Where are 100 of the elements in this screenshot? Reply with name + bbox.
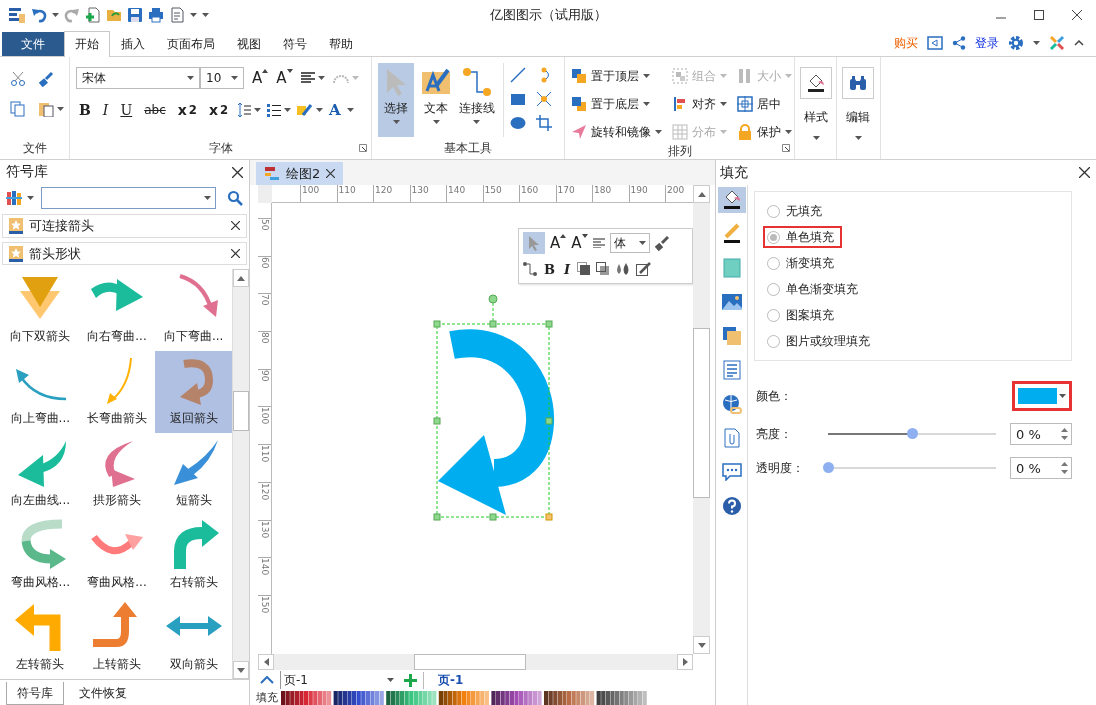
- comment-icon[interactable]: [721, 463, 742, 481]
- caret-icon[interactable]: [254, 108, 262, 112]
- underline-button[interactable]: U: [117, 99, 136, 121]
- shape-item[interactable]: 向右弯曲...: [78, 269, 156, 352]
- slider-thumb[interactable]: [823, 462, 834, 473]
- crop-icon[interactable]: [536, 115, 552, 131]
- close-icon[interactable]: [231, 221, 240, 231]
- ellipse-icon[interactable]: [510, 115, 526, 131]
- caret-icon[interactable]: [52, 13, 59, 17]
- shape-item[interactable]: 返回箭头: [155, 351, 232, 434]
- share-screen-icon[interactable]: [927, 35, 943, 51]
- shape-item[interactable]: 左转箭头: [2, 597, 79, 680]
- dialog-launcher-icon[interactable]: [782, 144, 790, 152]
- format-painter-icon[interactable]: [654, 235, 669, 251]
- percent-field[interactable]: 0 %: [1010, 423, 1072, 445]
- shape-item[interactable]: 右转箭头: [155, 515, 232, 598]
- percent-field[interactable]: 0 %: [1010, 457, 1072, 479]
- scroll-right-button[interactable]: [677, 654, 693, 670]
- close-icon[interactable]: [326, 169, 336, 178]
- radio-button[interactable]: [767, 204, 780, 218]
- color-palette[interactable]: [281, 690, 650, 705]
- app-logo-icon[interactable]: [8, 6, 26, 24]
- horizontal-scrollbar[interactable]: [258, 654, 693, 670]
- chevron-up-icon[interactable]: [260, 676, 274, 684]
- edit-button[interactable]: 编辑: [837, 63, 879, 140]
- arrange-button[interactable]: 对齐: [672, 93, 727, 115]
- connector-button[interactable]: 连接线: [458, 63, 495, 137]
- settings-icon[interactable]: [1008, 35, 1024, 51]
- fill-option[interactable]: 图案填充: [763, 304, 842, 326]
- paint-bucket-icon[interactable]: [721, 189, 742, 211]
- panel-tab[interactable]: 符号库: [6, 682, 64, 705]
- align-left-icon[interactable]: [592, 238, 605, 248]
- scroll-left-button[interactable]: [258, 654, 274, 670]
- help-icon[interactable]: [721, 496, 742, 516]
- close-icon[interactable]: [231, 249, 240, 259]
- app-mark-icon[interactable]: [1049, 35, 1065, 51]
- arrange-button[interactable]: 置于顶层: [571, 65, 662, 87]
- ribbon-tab[interactable]: 开始: [64, 31, 110, 57]
- highlight-icon[interactable]: [297, 103, 314, 117]
- shape-item[interactable]: 向左曲线...: [2, 433, 79, 516]
- send-back-icon[interactable]: [596, 262, 611, 276]
- italic-button[interactable]: I: [562, 259, 573, 279]
- color-picker[interactable]: [1012, 381, 1072, 411]
- rectangle-icon[interactable]: [510, 91, 526, 107]
- close-icon[interactable]: [1072, 10, 1082, 20]
- font-color-button[interactable]: A: [329, 99, 341, 121]
- line-spacing-icon[interactable]: [237, 102, 252, 118]
- radio-button[interactable]: [767, 334, 780, 348]
- page-select[interactable]: 页-1: [280, 671, 398, 689]
- cross-point-icon[interactable]: [536, 91, 552, 107]
- bring-front-icon[interactable]: [577, 262, 592, 276]
- connector-line-icon[interactable]: [523, 262, 537, 276]
- radio-button[interactable]: [767, 230, 780, 244]
- caret-icon[interactable]: [317, 76, 325, 80]
- align-left-icon[interactable]: [300, 72, 315, 84]
- shape-item[interactable]: 短箭头: [155, 433, 232, 516]
- shape-item[interactable]: 弯曲风格...: [2, 515, 79, 598]
- shape-item[interactable]: 长弯曲箭头: [78, 351, 156, 434]
- font-select[interactable]: 体: [609, 233, 650, 253]
- caret-icon[interactable]: [284, 108, 292, 112]
- select-button[interactable]: 选择: [378, 63, 415, 137]
- login-link[interactable]: 登录: [975, 34, 999, 52]
- vertical-scrollbar[interactable]: [693, 185, 710, 654]
- fill-option[interactable]: 单色填充: [763, 226, 842, 248]
- share-icon[interactable]: [952, 36, 966, 50]
- style-button[interactable]: 样式: [795, 63, 837, 140]
- line-icon[interactable]: [510, 67, 526, 83]
- shape-item[interactable]: 上转箭头: [78, 597, 156, 680]
- shape-item[interactable]: 拱形箭头: [78, 433, 156, 516]
- arrange-button[interactable]: 旋转和镜像: [571, 121, 662, 143]
- maximize-icon[interactable]: [1034, 10, 1044, 20]
- ribbon-tab[interactable]: 插入: [110, 32, 156, 56]
- vertical-scrollbar[interactable]: [232, 269, 249, 680]
- radio-button[interactable]: [767, 256, 780, 270]
- shape-item[interactable]: 弯曲风格...: [78, 515, 156, 598]
- document-icon[interactable]: [169, 7, 185, 23]
- print-icon[interactable]: [148, 7, 164, 23]
- font-size-select[interactable]: 10: [200, 67, 244, 89]
- arrange-button[interactable]: 居中: [737, 93, 792, 115]
- scroll-down-button[interactable]: [693, 636, 710, 654]
- scrollbar-thumb[interactable]: [233, 391, 249, 432]
- collapse-icon[interactable]: [1074, 39, 1084, 47]
- fill-option[interactable]: 渐变填充: [763, 252, 842, 274]
- shape-item[interactable]: 向下弯曲...: [155, 269, 232, 352]
- copy-icon[interactable]: [10, 101, 26, 117]
- search-field[interactable]: [41, 187, 216, 210]
- arrange-button[interactable]: 保护: [737, 121, 792, 143]
- ribbon-tab[interactable]: 符号: [272, 32, 318, 56]
- image-icon[interactable]: [721, 293, 742, 311]
- format-painter-icon[interactable]: [38, 71, 54, 87]
- caret-icon[interactable]: [27, 196, 34, 201]
- paste-icon[interactable]: [38, 101, 54, 117]
- attachment-icon[interactable]: [722, 428, 741, 448]
- shape-item[interactable]: 向下双箭头: [2, 269, 79, 352]
- fill-option[interactable]: 单色渐变填充: [763, 278, 866, 300]
- scrollbar-thumb[interactable]: [693, 328, 710, 498]
- fill-option[interactable]: 图片或纹理填充: [763, 330, 878, 352]
- scroll-up-button[interactable]: [233, 269, 249, 288]
- shape-item[interactable]: 向上弯曲...: [2, 351, 79, 434]
- caret-icon[interactable]: [1033, 41, 1040, 45]
